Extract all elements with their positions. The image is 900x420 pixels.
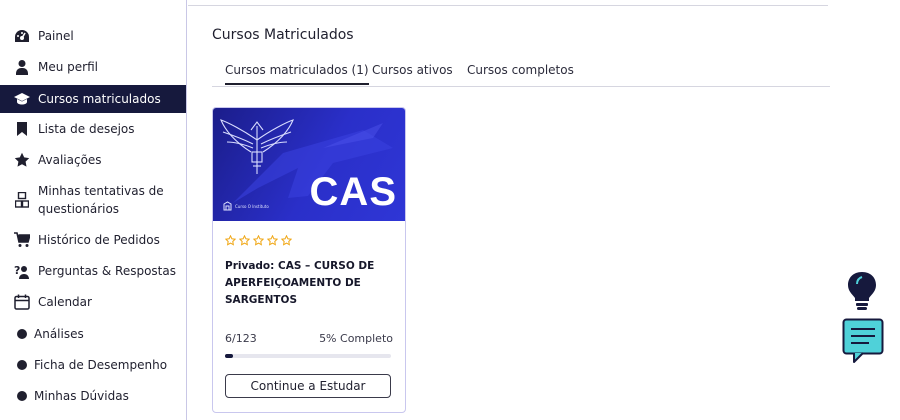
svg-text:?: ? xyxy=(14,264,20,277)
sidebar-item-cursos-matriculados[interactable]: Cursos matriculados xyxy=(0,85,186,113)
sidebar: Painel Meu perfil Cursos matriculados Li… xyxy=(0,0,187,420)
brand-text: Curso O Instituto xyxy=(235,203,269,209)
sidebar-item-label: Painel xyxy=(38,29,74,43)
sidebar-item-label: Cursos matriculados xyxy=(38,92,161,106)
progress-bar xyxy=(225,354,391,358)
sidebar-item-label: Minhas Dúvidas xyxy=(34,389,129,403)
sidebar-item-analises[interactable]: Análises xyxy=(0,324,186,344)
continue-studying-button[interactable]: Continue a Estudar xyxy=(225,374,391,398)
sidebar-item-label: Ficha de Desempenho xyxy=(34,358,168,372)
dot-icon xyxy=(14,357,30,373)
lightbulb-icon xyxy=(848,272,876,310)
sidebar-item-label: Histórico de Pedidos xyxy=(38,233,160,247)
dashboard-icon xyxy=(14,28,30,44)
brand-logo-icon xyxy=(223,201,232,211)
rating-stars xyxy=(225,235,292,246)
tab-cursos-ativos[interactable]: Cursos ativos xyxy=(372,63,453,77)
sidebar-item-ficha-desempenho[interactable]: Ficha de Desempenho xyxy=(0,355,186,375)
course-banner[interactable]: Curso O Instituto CAS xyxy=(213,108,405,221)
course-tabs: Cursos matriculados (1) Cursos ativos Cu… xyxy=(212,58,830,87)
progress-bar-fill xyxy=(225,354,234,358)
sidebar-item-label: Lista de desejos xyxy=(38,122,135,136)
star-outline-icon xyxy=(225,235,236,246)
sidebar-item-calendar[interactable]: Calendar xyxy=(0,292,186,312)
sidebar-item-label: Avaliações xyxy=(38,153,102,167)
sidebar-item-label-line2: questionários xyxy=(38,202,120,216)
banner-title: CAS xyxy=(309,170,397,214)
sidebar-item-minhas-duvidas[interactable]: Minhas Dúvidas xyxy=(0,386,186,406)
sidebar-item-painel[interactable]: Painel xyxy=(0,26,186,46)
sidebar-item-historico-pedidos[interactable]: Histórico de Pedidos xyxy=(0,230,186,250)
star-outline-icon xyxy=(267,235,278,246)
quiz-attempts-icon xyxy=(14,192,30,208)
course-title[interactable]: Privado: CAS – CURSO DE APERFEIÇOAMENTO … xyxy=(225,258,395,309)
sidebar-item-label-line1: Minhas tentativas de xyxy=(38,184,164,198)
cart-icon xyxy=(14,232,30,248)
notes-icon xyxy=(842,318,884,363)
progress-count: 6/123 xyxy=(225,332,257,345)
sidebar-item-lista-de-desejos[interactable]: Lista de desejos xyxy=(0,119,186,139)
sidebar-item-avaliacoes[interactable]: Avaliações xyxy=(0,150,186,170)
user-icon xyxy=(14,59,30,75)
sidebar-item-minhas-tentativas[interactable]: Minhas tentativas de questionários xyxy=(0,182,186,218)
brand-logo: Curso O Instituto xyxy=(223,201,269,211)
course-card[interactable]: Curso O Instituto CAS Privado: CAS – CUR… xyxy=(212,107,406,413)
sidebar-item-label: Meu perfil xyxy=(38,60,98,74)
sidebar-item-label: Análises xyxy=(34,327,84,341)
tips-button[interactable] xyxy=(845,270,879,316)
sidebar-item-label: Perguntas & Respostas xyxy=(38,264,176,278)
question-answer-icon: ? xyxy=(14,263,30,279)
tab-cursos-completos[interactable]: Cursos completos xyxy=(467,63,574,77)
star-outline-icon xyxy=(281,235,292,246)
notes-button[interactable] xyxy=(842,318,884,368)
star-outline-icon xyxy=(253,235,264,246)
bookmark-icon xyxy=(14,121,30,137)
page-title: Cursos Matriculados xyxy=(212,27,354,43)
progress-percent: 5% Completo xyxy=(319,332,393,345)
graduation-cap-icon xyxy=(14,91,30,107)
top-divider xyxy=(188,5,828,6)
sidebar-item-perguntas-respostas[interactable]: ? Perguntas & Respostas xyxy=(0,261,186,281)
star-icon xyxy=(14,152,30,168)
sidebar-item-label: Calendar xyxy=(38,295,92,309)
sidebar-item-meu-perfil[interactable]: Meu perfil xyxy=(0,57,186,77)
dot-icon xyxy=(14,326,30,342)
tab-cursos-matriculados[interactable]: Cursos matriculados (1) xyxy=(225,63,369,85)
dot-icon xyxy=(14,388,30,404)
star-outline-icon xyxy=(239,235,250,246)
calendar-icon xyxy=(14,294,30,310)
